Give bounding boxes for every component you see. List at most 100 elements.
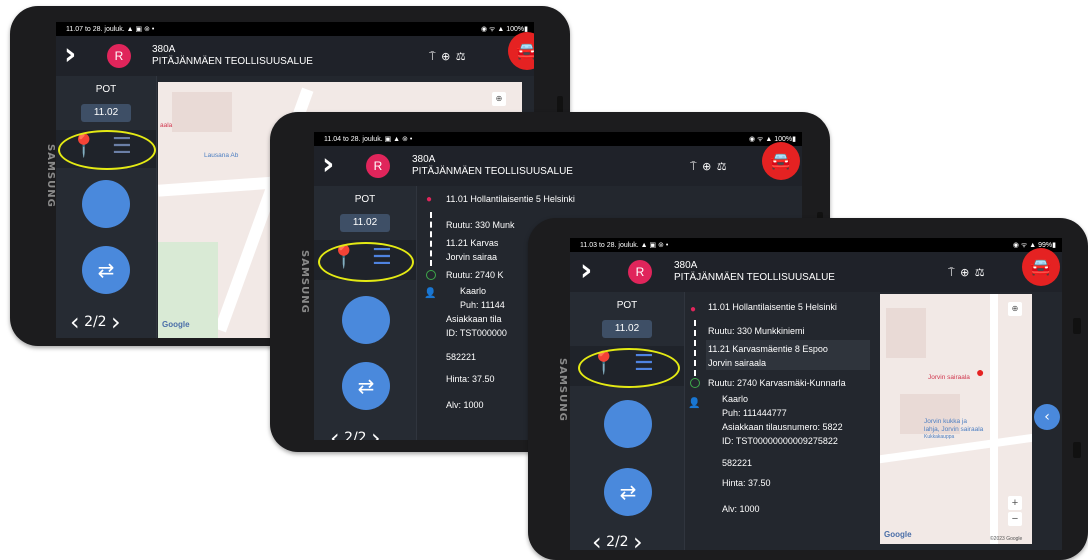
route-area: PITÄJÄNMÄEN TEOLLISUUSALUE — [152, 56, 313, 67]
page-indicator: 2/2 — [84, 314, 107, 330]
order-code: 582221 — [446, 352, 477, 362]
map-view[interactable]: ● Jorvin sairaala Jorvin kukka ja lahja,… — [880, 294, 1032, 544]
vat: Alv: 1000 — [722, 504, 760, 514]
pickup-address: 11.01 Hollantilaisentie 5 Helsinki — [446, 194, 575, 204]
price: Hinta: 37.50 — [722, 478, 771, 488]
next-page-icon[interactable]: › — [633, 528, 643, 550]
car-alert-button[interactable]: 🚘 — [762, 142, 800, 180]
route-number: 380A — [412, 154, 436, 165]
status-time: 11.07 to 28. jouluk. ▲ ▣ ⊚ • — [66, 26, 155, 33]
person-icon: 👤 — [424, 288, 437, 299]
side-button — [1073, 318, 1081, 334]
samsung-logo: SAMSUNG — [299, 250, 310, 314]
route-area: PITÄJÄNMÄEN TEOLLISUUSALUE — [412, 166, 573, 177]
route-title: 380A PITÄJÄNMÄEN TEOLLISUUSALUE — [674, 260, 835, 284]
customer-phone: Puh: 11144 — [460, 300, 505, 310]
transfer-button[interactable]: ⇄ — [604, 468, 652, 516]
poi-label: lahja, Jorvin sairaala — [924, 426, 984, 433]
route-number: 380A — [674, 260, 698, 271]
collapse-map-button[interactable]: ‹ — [1034, 404, 1060, 430]
next-page-icon[interactable]: › — [371, 424, 381, 440]
expand-chevron-icon[interactable]: › — [322, 146, 334, 184]
order-id: ID: TST000000 — [446, 328, 507, 338]
price: Hinta: 37.50 — [446, 374, 495, 384]
map-label: Lausana Ab — [204, 152, 239, 159]
highlight-oval — [58, 130, 156, 170]
customer-phone: Puh: 111444777 — [722, 408, 787, 418]
transfer-button[interactable]: ⇄ — [82, 246, 130, 294]
road — [990, 294, 998, 544]
action-button[interactable] — [342, 296, 390, 344]
avatar[interactable]: R — [366, 154, 390, 178]
building — [172, 92, 232, 132]
prev-page-icon[interactable]: ‹ — [592, 528, 602, 550]
pager: ‹ 2/2 › — [330, 424, 381, 440]
pickup-ruutu: Ruutu: 330 Munk — [446, 220, 515, 230]
page-indicator: 2/2 — [344, 430, 367, 440]
dropoff-target-icon — [426, 270, 436, 280]
pot-time: 11.02 — [602, 320, 652, 338]
connection-icons: ⍑ ⊕ ⚖ — [429, 50, 467, 63]
route-line — [694, 320, 696, 376]
highlight-oval — [578, 348, 680, 388]
pickup-pin-icon: ● — [690, 304, 697, 315]
status-bar: 11.04 to 28. jouluk. ▣ ▲ ⊚ • ◉ ᯤ ▲ 100%▮ — [314, 132, 802, 146]
pickup-pin-icon: ● — [426, 194, 433, 205]
pot-time: 11.02 — [340, 214, 390, 232]
status-bar: 11.07 to 28. jouluk. ▲ ▣ ⊚ • ◉ ᯤ ▲ 100%▮ — [56, 22, 534, 36]
order-number: Asiakkaan tila — [446, 314, 502, 324]
dropoff-ruutu: Ruutu: 2740 Karvasmäki-Kunnarla — [708, 378, 846, 388]
next-page-icon[interactable]: › — [111, 308, 121, 336]
side-button — [1073, 442, 1081, 458]
prev-page-icon[interactable]: ‹ — [330, 424, 340, 440]
expand-chevron-icon[interactable]: › — [580, 252, 592, 290]
zoom-out-button[interactable]: − — [1008, 512, 1022, 526]
transfer-button[interactable]: ⇄ — [342, 362, 390, 410]
screen-3: 11.03 to 28. jouluk. ▲ ▣ ⊚ • ◉ ᯤ ▲ 99%▮ … — [570, 238, 1062, 550]
building — [886, 308, 926, 358]
app-header: › R 380A PITÄJÄNMÄEN TEOLLISUUSALUE ⍑ ⊕ … — [570, 248, 1062, 292]
customer-name: Kaarlo — [460, 286, 487, 296]
avatar[interactable]: R — [628, 260, 652, 284]
my-location-button[interactable]: ⊕ — [1008, 302, 1022, 316]
pager: ‹ 2/2 › — [592, 528, 643, 550]
dropoff-address: 11.21 Karvas — [446, 238, 499, 248]
car-alert-button[interactable]: 🚘 — [508, 32, 534, 70]
app-header: › R 380A PITÄJÄNMÄEN TEOLLISUUSALUE ⍑ ⊕ … — [314, 142, 802, 186]
pot-label: POT — [354, 194, 376, 205]
map-copyright: ©2023 Google — [990, 536, 1023, 542]
dropoff-place: Jorvin sairaa — [446, 252, 498, 262]
sidebar: POT 11.02 📍 ☰ ⇄ ‹ 2/2 › — [314, 186, 417, 440]
status-time: 11.04 to 28. jouluk. ▣ ▲ ⊚ • — [324, 136, 413, 143]
highlight-oval — [318, 242, 414, 282]
dropoff-place: Jorvin sairaala — [708, 358, 767, 368]
page-indicator: 2/2 — [606, 534, 629, 550]
route-title: 380A PITÄJÄNMÄEN TEOLLISUUSALUE — [152, 44, 313, 68]
pager: ‹ 2/2 › — [70, 308, 121, 336]
route-number: 380A — [152, 44, 176, 55]
zoom-in-button[interactable]: + — [1008, 496, 1022, 510]
connection-icons: ⍑ ⊕ ⚖ — [948, 266, 986, 279]
route-area: PITÄJÄNMÄEN TEOLLISUUSALUE — [674, 272, 835, 283]
route-line — [430, 212, 432, 266]
pickup-address: 11.01 Hollantilaisentie 5 Helsinki — [708, 302, 837, 312]
pot-time: 11.02 — [81, 104, 131, 122]
order-id: ID: TST00000000009275822 — [722, 436, 838, 446]
samsung-logo: SAMSUNG — [557, 358, 568, 422]
avatar[interactable]: R — [107, 44, 131, 68]
action-button[interactable] — [82, 180, 130, 228]
map-label: aala — [160, 122, 173, 129]
trip-details: ● 11.01 Hollantilaisentie 5 Helsinki Ruu… — [688, 298, 874, 550]
customer-name: Kaarlo — [722, 394, 749, 404]
my-location-button[interactable]: ⊕ — [492, 92, 506, 106]
poi-label: Kukkakauppa — [924, 434, 955, 440]
order-number: Asiakkaan tilausnumero: 5822 — [722, 422, 843, 432]
expand-chevron-icon[interactable]: › — [64, 36, 76, 74]
dropoff-ruutu: Ruutu: 2740 K — [446, 270, 504, 280]
route-title: 380A PITÄJÄNMÄEN TEOLLISUUSALUE — [412, 154, 573, 178]
destination-marker-icon: ● — [976, 364, 985, 380]
prev-page-icon[interactable]: ‹ — [70, 308, 80, 336]
person-icon: 👤 — [688, 398, 701, 409]
action-button[interactable] — [604, 400, 652, 448]
car-alert-button[interactable]: 🚘 — [1022, 248, 1060, 286]
